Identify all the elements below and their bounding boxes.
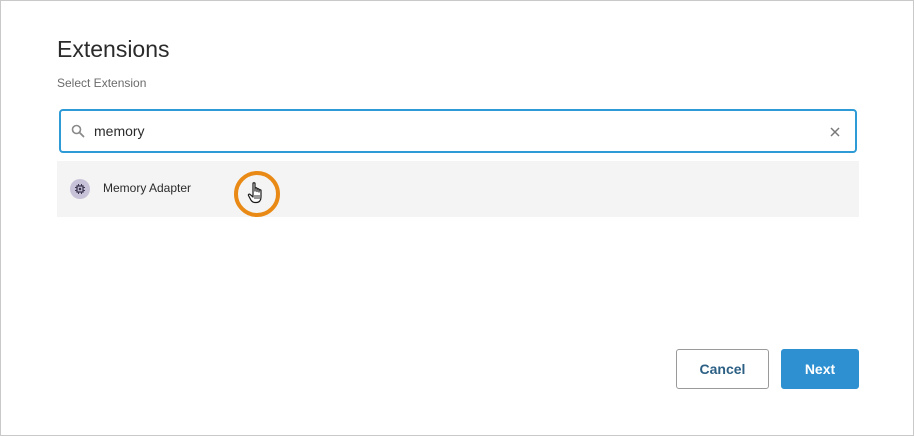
search-input[interactable]	[94, 120, 794, 142]
next-button[interactable]: Next	[781, 349, 859, 389]
extensions-dialog: Extensions Select Extension memory Memor…	[0, 0, 914, 436]
hand-cursor-icon	[247, 181, 267, 210]
list-item[interactable]: Memory Adapter	[57, 161, 859, 217]
dialog-subtitle: Select Extension	[57, 76, 147, 90]
search-icon	[71, 124, 85, 138]
search-results-list: Memory Adapter	[57, 161, 859, 217]
search-field[interactable]	[59, 109, 857, 153]
dialog-title: Extensions	[57, 36, 170, 62]
cancel-button[interactable]: Cancel	[676, 349, 769, 389]
list-item-label: Memory Adapter	[103, 181, 192, 195]
close-icon[interactable]	[829, 125, 841, 137]
chip-icon	[70, 179, 90, 199]
